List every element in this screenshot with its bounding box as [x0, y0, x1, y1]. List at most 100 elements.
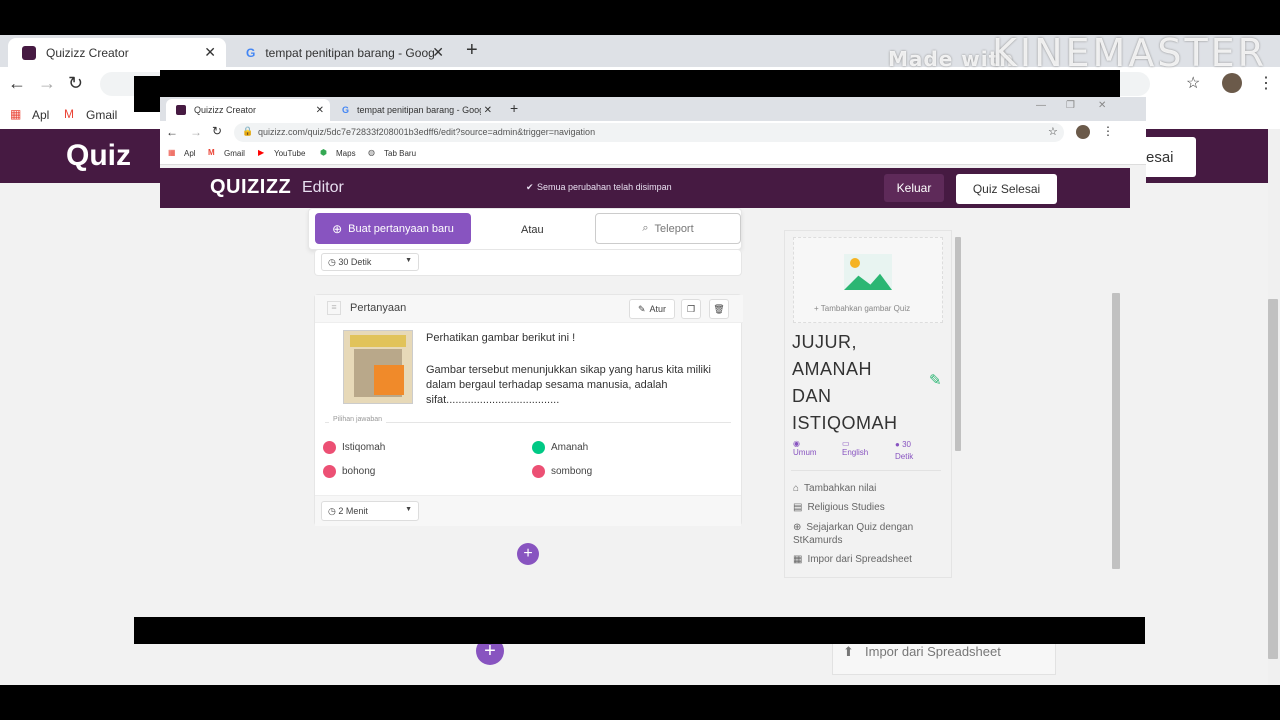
close-icon[interactable]: ✕ — [316, 105, 324, 116]
bookmark-gmail[interactable]: Gmail — [224, 149, 245, 158]
prev-timer-select[interactable]: ◷ 30 Detik ▼ — [321, 253, 419, 271]
outer-tab-quizizz[interactable]: Quizizz Creator ✕ — [8, 38, 226, 67]
close-icon[interactable]: ✕ — [432, 44, 444, 61]
outer-scrollbar[interactable] — [1268, 299, 1278, 659]
back-icon[interactable]: ← — [166, 125, 178, 139]
quiz-title: JUJUR, AMANAH DAN ISTIQOMAH — [792, 332, 898, 433]
plus-circle-icon: ⊕ — [793, 522, 802, 533]
maps-icon: ⬢ — [320, 148, 327, 157]
forward-icon[interactable]: → — [38, 73, 56, 94]
or-label: Atau — [521, 224, 544, 236]
quizizz-favicon-icon — [176, 105, 186, 115]
trash-icon[interactable]: 🗑 — [709, 299, 729, 319]
apps-icon[interactable]: ▦ — [168, 148, 176, 157]
gmail-icon: M — [208, 148, 215, 157]
inner-toolbar: ← → ↻ 🔒 quizizz.com/quiz/5dc7e72833f2080… — [160, 121, 1146, 144]
answer-text: sombong — [551, 466, 593, 477]
chevron-down-icon: ▼ — [405, 257, 412, 264]
star-icon[interactable]: ☆ — [1186, 73, 1200, 93]
outer-tab-google[interactable]: G tempat penitipan barang - Goog ✕ — [232, 38, 454, 67]
edit-label: Atur — [649, 304, 667, 314]
answer-option: Istiqomah — [323, 441, 385, 454]
editor-label: Editor — [302, 179, 344, 196]
teleport-label: Teleport — [654, 222, 694, 235]
close-icon[interactable]: ✕ — [204, 44, 216, 61]
meta-language: ▭ English — [842, 439, 868, 457]
video-bar-top — [160, 70, 1120, 97]
star-icon[interactable]: ☆ — [1048, 125, 1058, 138]
import-icon: ⬆ — [843, 644, 854, 659]
edit-title-pencil-icon[interactable]: ✎ — [929, 371, 942, 389]
clock-icon: ◷ — [328, 257, 336, 267]
reload-icon[interactable]: ↻ — [68, 73, 83, 94]
question-timer-value: 2 Menit — [338, 506, 368, 516]
quizizz-favicon-icon — [22, 45, 36, 60]
minimize-icon[interactable]: — — [1036, 100, 1046, 111]
subject-link[interactable]: ▤ Religious Studies — [793, 502, 885, 513]
inner-tab-bar: Quizizz Creator ✕ G tempat penitipan bar… — [160, 97, 1146, 121]
align-standards-label: Sejajarkan Quiz dengan StKamurds — [793, 522, 914, 546]
inner-tab-google[interactable]: G tempat penitipan barang - Goog ✕ — [332, 99, 498, 121]
bookmark-maps[interactable]: Maps — [336, 149, 356, 158]
finish-quiz-button[interactable]: Quiz Selesai — [956, 174, 1057, 204]
new-tab-icon[interactable]: + — [466, 39, 478, 62]
window-close-icon[interactable]: ✕ — [1098, 100, 1106, 111]
quizizz-header: QUIZIZZ Editor ✔ Semua perubahan telah d… — [160, 168, 1130, 208]
add-question-button[interactable]: + — [517, 543, 539, 565]
gmail-icon: M — [64, 107, 74, 121]
quizizz-logo: QUIZIZZ — [210, 176, 292, 198]
inner-address-bar[interactable]: 🔒 quizizz.com/quiz/5dc7e72833f208001b3ed… — [234, 123, 1064, 142]
back-icon[interactable]: ← — [8, 73, 26, 94]
google-icon: G — [246, 45, 256, 60]
bookmark-tab-baru[interactable]: Tab Baru — [384, 149, 416, 158]
import-spreadsheet-label: Impor dari Spreadsheet — [807, 554, 912, 565]
menu-icon[interactable]: ⋮ — [1258, 73, 1274, 93]
incorrect-icon — [532, 465, 545, 478]
teleport-button[interactable]: ⌕ Teleport — [595, 213, 741, 244]
google-icon: G — [342, 105, 350, 115]
inner-bookmarks-bar: ▦ Apl M Gmail ▶ YouTube ⬢ Maps ◍ Tab Bar… — [160, 144, 1146, 165]
drag-handle-icon[interactable]: ≡ — [327, 301, 341, 315]
answer-text: Amanah — [551, 442, 589, 453]
clock-icon: ◷ — [328, 506, 336, 516]
bookmark-apl[interactable]: Apl — [32, 108, 49, 122]
duplicate-icon[interactable]: ❐ — [681, 299, 701, 319]
meta-grade: ◉ Umum — [793, 439, 817, 457]
incorrect-icon — [323, 441, 336, 454]
reload-icon[interactable]: ↻ — [212, 124, 222, 138]
inner-tab-label: Quizizz Creator — [194, 105, 257, 115]
search-icon: ⌕ — [642, 222, 649, 234]
edit-question-button[interactable]: ✎ Atur — [629, 299, 675, 319]
bookmark-apl[interactable]: Apl — [184, 149, 196, 158]
maximize-icon[interactable]: ❐ — [1066, 100, 1075, 111]
align-standards-link[interactable]: ⊕ Sejajarkan Quiz dengan StKamurds — [793, 521, 933, 547]
graduation-cap-icon: ⌂ — [793, 483, 800, 494]
import-spreadsheet-link[interactable]: ▦ Impor dari Spreadsheet — [793, 554, 912, 565]
avatar[interactable] — [1222, 73, 1242, 93]
inner-page-scrollbar[interactable] — [1112, 293, 1120, 569]
forward-icon[interactable]: → — [190, 125, 202, 139]
subject-label: Religious Studies — [807, 502, 885, 513]
new-tab-icon[interactable]: + — [510, 100, 518, 116]
avatar[interactable] — [1076, 125, 1090, 139]
bookmark-gmail[interactable]: Gmail — [86, 108, 117, 122]
question-image — [343, 330, 413, 404]
question-text-line2: Gambar tersebut menunjukkan sikap yang h… — [426, 364, 711, 406]
menu-icon[interactable]: ⋮ — [1102, 124, 1114, 138]
bookmark-youtube[interactable]: YouTube — [274, 149, 305, 158]
outer-import-link[interactable]: Impor dari Spreadsheet — [865, 644, 1001, 659]
inner-tab-quizizz[interactable]: Quizizz Creator ✕ — [166, 99, 330, 121]
question-timer-select[interactable]: ◷ 2 Menit ▼ — [321, 501, 419, 521]
add-score-link[interactable]: ⌂ Tambahkan nilai — [793, 483, 876, 494]
exit-button[interactable]: Keluar — [884, 174, 944, 202]
meta-grade-label: Umum — [793, 448, 817, 457]
pencil-icon: ✎ — [637, 303, 646, 314]
new-question-button[interactable]: ⊕ Buat pertanyaan baru — [315, 213, 471, 244]
close-icon[interactable]: ✕ — [484, 105, 492, 116]
lock-icon: 🔒 — [242, 126, 254, 136]
sidebar-scrollbar[interactable] — [955, 237, 961, 451]
spreadsheet-icon: ▦ — [793, 554, 803, 565]
add-quiz-image[interactable]: + Tambahkan gambar Quiz — [793, 237, 943, 323]
apps-icon[interactable]: ▦ — [10, 107, 21, 121]
prev-timer-value: 30 Detik — [338, 257, 372, 267]
